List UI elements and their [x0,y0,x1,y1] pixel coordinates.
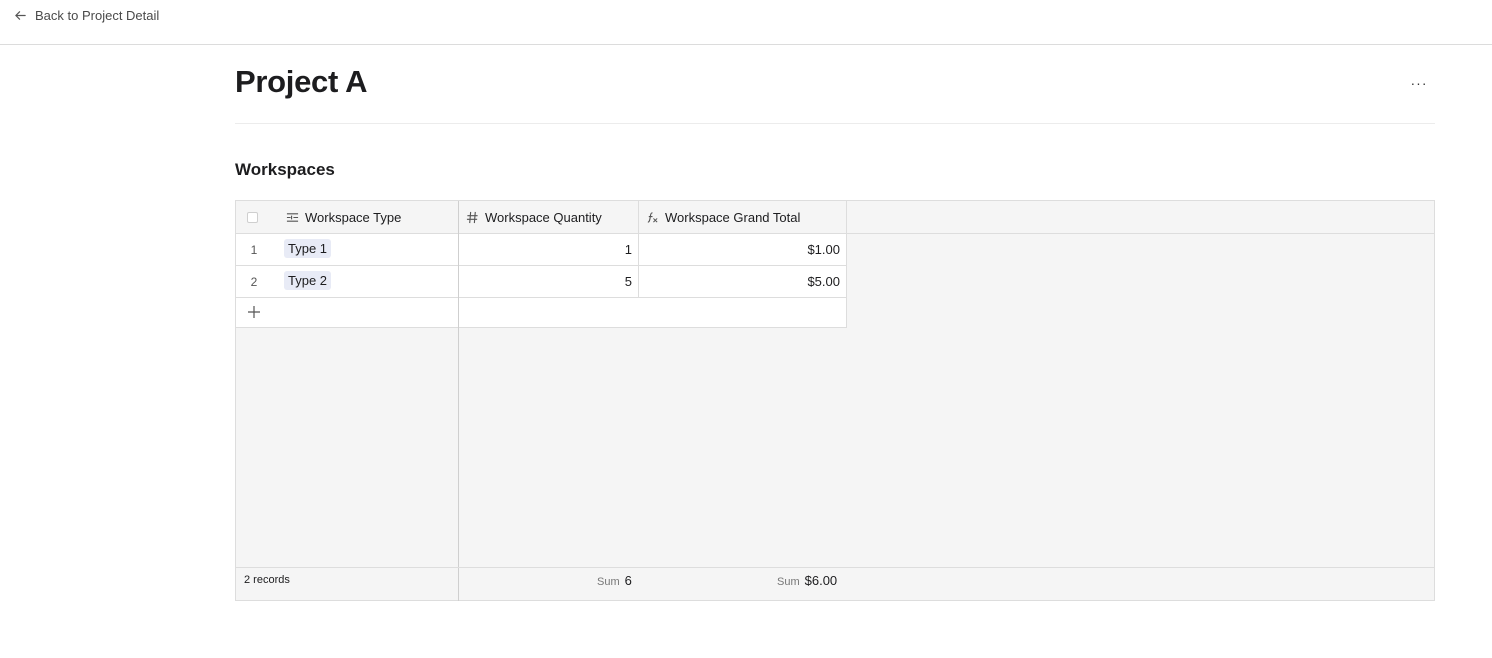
column-label: Workspace Quantity [485,209,602,225]
section-title: Workspaces [235,160,335,179]
text-lines-icon [286,212,299,222]
divider [235,123,1435,124]
back-link-label: Back to Project Detail [35,8,160,23]
column-header-workspace-grand-total[interactable]: Workspace Grand Total [646,201,800,233]
grand-total-cell[interactable]: $5.00 [646,274,840,289]
grand-total-sum[interactable]: Sum $6.00 [777,573,837,588]
quantity-cell[interactable]: 1 [466,242,632,257]
frozen-column-divider [458,568,459,601]
column-header-workspace-quantity[interactable]: Workspace Quantity [466,201,602,233]
quantity-cell[interactable]: 5 [466,274,632,289]
column-divider [846,201,847,328]
workspace-type-chip[interactable]: Type 1 [284,239,332,258]
frozen-column-divider [458,201,459,600]
sum-label: Sum [777,576,800,588]
row-divider [236,297,846,298]
formula-icon [647,211,658,223]
column-header-workspace-type[interactable]: Workspace Type [286,201,401,233]
page-title: Project A [235,64,368,99]
column-label: Workspace Grand Total [665,209,801,225]
row-number: 2 [250,275,258,289]
add-row-button[interactable] [244,302,264,322]
grid-header [236,201,1434,234]
top-bar: Back to Project Detail [0,0,1492,45]
sum-value: 6 [624,573,632,588]
arrow-left-icon [15,11,26,20]
row-number: 1 [250,243,258,257]
grid-footer: 2 records Sum 6 Sum $6.00 [236,567,1434,601]
sum-value: $6.00 [804,573,838,588]
row-divider [236,327,847,328]
column-label: Workspace Type [305,209,402,225]
row-divider [236,265,846,266]
workspaces-grid: Workspace Type Workspace Quantity Worksp… [235,200,1435,601]
more-options-button[interactable]: ··· [1406,72,1432,94]
grand-total-cell[interactable]: $1.00 [646,242,840,257]
quantity-sum[interactable]: Sum 6 [597,573,632,588]
record-count: 2 records [244,574,290,586]
hash-icon [466,211,478,223]
workspace-type-chip[interactable]: Type 2 [284,271,332,290]
select-all-checkbox[interactable] [247,212,258,223]
plus-icon [248,306,260,318]
column-divider [638,201,639,297]
back-to-project-link[interactable]: Back to Project Detail [14,8,159,23]
sum-label: Sum [597,576,620,588]
